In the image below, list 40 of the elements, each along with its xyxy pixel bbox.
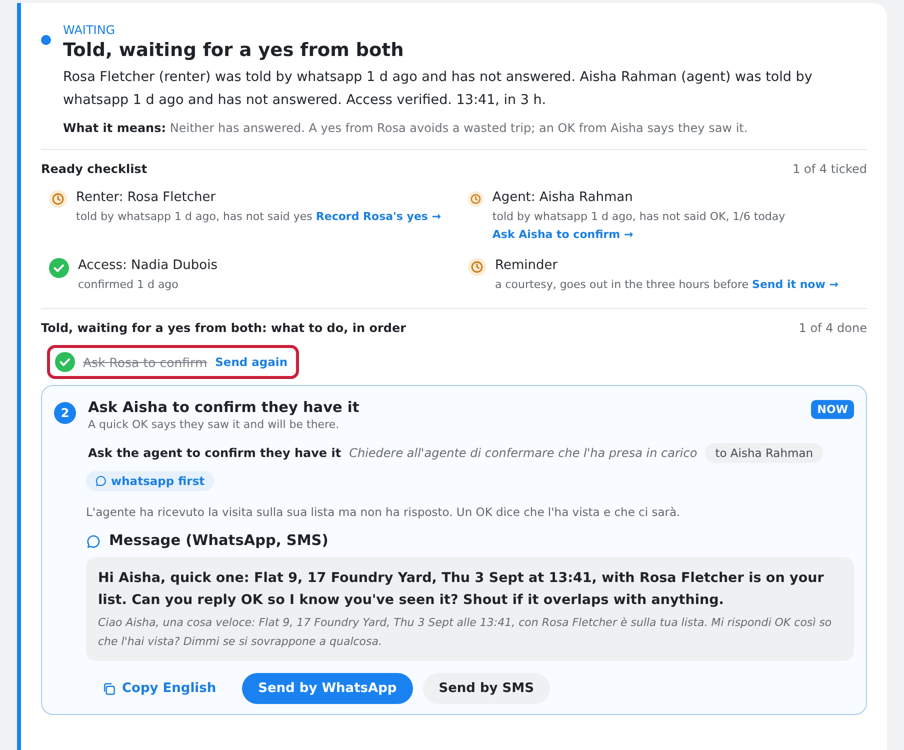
copy-english-button[interactable]: Copy English: [86, 673, 232, 704]
done-step-label: Ask Rosa to confirm: [83, 354, 208, 370]
meaning-text: What it means: Neither has answered. A yes from Rosa avoids a wasted trip; an OK from Aisha says they saw it.: [63, 121, 749, 135]
section-title: Told, waiting for a yes from both: what to do, in order: [41, 321, 406, 335]
message-heading: Message (WhatsApp, SMS): [109, 533, 328, 549]
checklist-detail: a courtesy, goes out in the three hours before Send it now →: [495, 277, 838, 293]
checklist-link[interactable]: Send it now →: [752, 278, 838, 291]
checklist-link[interactable]: Record Rosa's yes →: [316, 210, 442, 223]
step-note: L'agente ha ricevuto la visita sulla sua lista ma non ha risposto. Un OK dice che l'ha vista e che ci sarà.: [86, 505, 682, 519]
now-badge: NOW: [811, 400, 854, 419]
checklist-link[interactable]: Ask Aisha to confirm →: [492, 228, 634, 241]
task-translation: Chiedere all'agente di confermare che l'ha presa in carico: [349, 446, 698, 460]
message-text: Hi Aisha, quick one: Flat 9, 17 Foundry Yard, Thu 3 Sept at 13:41, with Rosa Fletcher is on your list. Can you reply OK so I know you've seen it? Shout if it overlaps with anything.: [98, 569, 825, 610]
copy-icon: [102, 682, 116, 696]
send-whatsapp-button[interactable]: Send by WhatsApp: [242, 673, 413, 704]
checklist-title: Reminder: [495, 258, 559, 273]
step-number: 2: [54, 402, 76, 424]
checklist-title: Access: Nadia Dubois: [78, 258, 218, 273]
checklist-detail: told by whatsapp 1 d ago, has not said OK, 1/6 today Ask Aisha to confirm →: [492, 209, 786, 243]
message-translation: Ciao Aisha, una cosa veloce: Flat 9, 17 Foundry Yard, Thu 3 Sept alle 13:41, con Rosa Fletcher è sulla tua lista. Mi rispondi OK così so che l'hai vista? Dimmi se si sovrappone a qualcosa.: [98, 615, 833, 650]
checklist-title: Renter: Rosa Fletcher: [76, 190, 217, 205]
checklist-detail: confirmed 1 d ago: [78, 277, 180, 293]
step-title: Ask Aisha to confirm they have it: [88, 400, 360, 416]
checklist-title: Agent: Aisha Rahman: [492, 190, 634, 205]
send-sms-button[interactable]: Send by SMS: [422, 673, 550, 704]
checklist-detail: told by whatsapp 1 d ago, has not said yes Record Rosa's yes →: [76, 209, 442, 225]
channel-label: whatsapp first: [111, 474, 205, 488]
section-title: Ready checklist: [41, 162, 148, 176]
send-again-link[interactable]: Send again: [215, 355, 288, 369]
task-label: Ask the agent to confirm they have it: [88, 446, 342, 460]
steps-count: 1 of 4 done: [798, 321, 867, 335]
recipient-chip: to Aisha Rahman: [705, 443, 824, 463]
checklist-count: 1 of 4 ticked: [792, 162, 867, 176]
status-label: WAITING: [63, 23, 116, 37]
status-summary: Rosa Fletcher (renter) was told by whatsapp 1 d ago and has not answered. Aisha Rahman (agent) was told by whatsapp 1 d ago and has not answered. Access verified. 13:41, in 3 h.: [63, 68, 814, 110]
step-subtitle: A quick OK says they saw it and will be there.: [88, 418, 340, 431]
status-title: Told, waiting for a yes from both: [63, 40, 405, 61]
chat-bubble-icon: [86, 534, 101, 548]
chat-bubble-icon: [95, 475, 107, 487]
check-icon: [55, 352, 75, 372]
